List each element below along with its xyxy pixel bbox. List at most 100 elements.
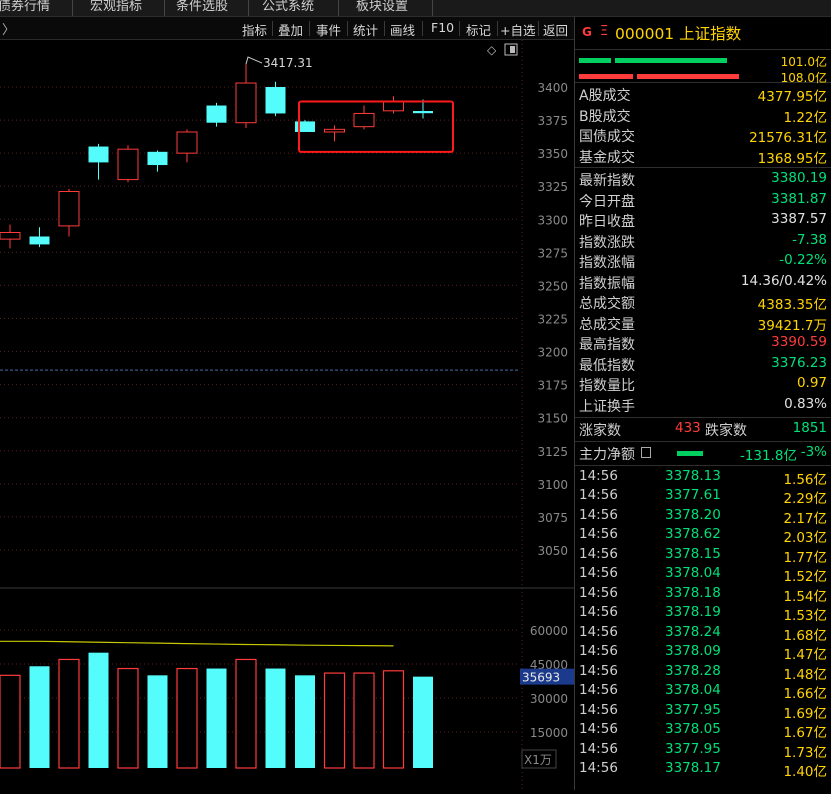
tick-row[interactable]: 14:56 3378.05 1.67亿 [575,721,831,741]
volume-bar[interactable] [265,668,286,768]
quote-value: 3387.57 [771,211,827,227]
volume-bar[interactable] [206,668,227,768]
tick-row[interactable]: 14:56 3378.04 1.52亿 [575,565,831,585]
candle-body[interactable] [324,128,345,133]
volume-bar[interactable] [0,674,21,769]
quote-row: A股成交 4377.95亿 [575,84,831,105]
volume-bar[interactable] [413,676,433,768]
candle-body[interactable] [58,191,80,227]
panel-divider [575,464,831,466]
quote-label: 最高指数 [579,337,635,353]
menu-item-sector-settings[interactable]: 板块设置 [356,0,408,14]
tick-row[interactable]: 14:56 3377.61 2.29亿 [575,487,831,507]
tick-row[interactable]: 14:56 3378.19 1.53亿 [575,604,831,624]
quote-value: 3381.87 [771,190,827,207]
f10-button[interactable]: F10 [431,20,454,35]
g-badge[interactable]: G [582,25,592,39]
menu-icon[interactable]: Ξ [600,24,608,39]
events-button[interactable]: 事件 [316,20,341,39]
menu-item-bond-quotes[interactable]: 债券行情 [0,0,50,14]
tick-row[interactable]: 14:56 3378.04 1.66亿 [575,682,831,702]
quote-value: 4377.95亿 [757,89,827,105]
tick-row[interactable]: 14:56 3378.28 1.48亿 [575,663,831,683]
kline-chart-area[interactable]: 3417.31 3400 3375 3350 3325 3300 3275 3250 3225… [0,40,574,790]
kline-chart[interactable]: 3417.31 3400 3375 3350 3325 3300 3275 3250 3225… [0,40,574,790]
panel-header: G Ξ 000001 上证指数 [575,17,831,50]
candle-body[interactable] [117,148,139,181]
tick-row[interactable]: 14:56 3378.09 1.47亿 [575,643,831,663]
add-watchlist-button[interactable]: +自选 [500,20,535,39]
quote-value: 14.36/0.42% [740,272,827,289]
price-tick-label: 3125 [537,445,568,459]
candle-body[interactable] [176,131,198,154]
menu-divider [338,0,339,16]
bar-green-1 [579,58,611,63]
tick-row[interactable]: 14:56 3378.17 1.40亿 [575,760,831,780]
menu-item-macro-indicators[interactable]: 宏观指标 [90,0,142,14]
volume-bar[interactable] [147,675,168,768]
quote-label: 今日开盘 [579,193,635,210]
price-tick-label: 3400 [537,81,568,95]
panel-divider [575,440,831,442]
candle-body[interactable] [0,232,21,240]
mark-button[interactable]: 标记 [466,20,491,39]
tick-time: 14:56 [579,506,618,523]
quote-value: 1.22亿 [783,109,827,126]
tick-row[interactable]: 14:56 3377.95 1.69亿 [575,702,831,722]
draw-line-button[interactable]: 画线 [390,20,415,39]
tick-price: 3378.15 [665,545,721,562]
tick-row[interactable]: 14:56 3378.24 1.68亿 [575,624,831,644]
tick-row[interactable]: 14:56 3378.15 1.77亿 [575,546,831,566]
tick-row[interactable]: 14:56 3378.13 1.56亿 [575,468,831,488]
list-icon[interactable] [641,446,651,458]
candle-body[interactable] [413,110,433,114]
back-button[interactable]: 返回 [543,20,568,39]
tick-row[interactable]: 14:56 3378.18 1.54亿 [575,585,831,605]
bar-red-2 [637,74,739,79]
menu-item-condition-screener[interactable]: 条件选股 [176,0,228,14]
candle-body[interactable] [29,236,50,245]
tick-time: 14:56 [579,467,618,484]
tick-price: 3378.20 [665,506,721,523]
index-title: 000001 上证指数 [615,25,742,43]
tick-row[interactable]: 14:56 3378.62 2.03亿 [575,526,831,546]
top-menu-bar: 债券行情 宏观指标 条件选股 公式系统 板块设置 [0,0,831,17]
quote-row: 上证换手 0.83% [575,395,831,415]
candle-body[interactable] [383,101,404,112]
volume-bar[interactable] [382,670,405,769]
quote-row: 昨日收盘 3387.57 [575,210,831,230]
volume-bar[interactable] [323,672,346,769]
tick-time: 14:56 [579,584,618,601]
diamond-icon[interactable]: ◇ [487,43,497,57]
tick-amount: 1.54亿 [783,588,827,605]
chevron-right-icon[interactable]: 〉 [2,19,15,38]
volume-bar[interactable] [176,667,198,769]
statistics-button[interactable]: 统计 [353,20,378,39]
volume-bar[interactable] [88,652,109,768]
candle-body[interactable] [147,151,168,166]
candle-body[interactable] [353,112,375,128]
volume-bar[interactable] [58,658,80,769]
indicator-button[interactable]: 指标 [242,20,267,39]
volume-bar[interactable] [235,658,257,769]
volume-bar[interactable] [353,672,375,769]
candle-body[interactable] [235,82,257,124]
tick-price: 3378.18 [665,584,721,601]
volume-tick-label: 60000 [530,624,568,638]
tick-row[interactable]: 14:56 3377.95 1.73亿 [575,741,831,761]
volume-tick-label: 15000 [530,726,568,740]
quote-value: 21576.31亿 [749,130,827,146]
overlay-button[interactable]: 叠加 [278,20,303,39]
toolbar-divider [384,21,385,36]
candle-body[interactable] [88,146,109,163]
volume-bar[interactable] [117,667,139,769]
tick-row[interactable]: 14:56 3378.20 2.17亿 [575,507,831,527]
volume-bar[interactable] [29,666,50,768]
candle-body[interactable] [206,105,227,123]
panel-divider [575,417,831,418]
menu-item-formula-system[interactable]: 公式系统 [262,0,314,14]
quote-row: 指数振幅 14.36/0.42% [575,272,831,292]
candle-body[interactable] [265,87,286,114]
buy-sell-bars: 101.0亿 108.0亿 [575,50,831,85]
volume-bar[interactable] [295,675,315,768]
